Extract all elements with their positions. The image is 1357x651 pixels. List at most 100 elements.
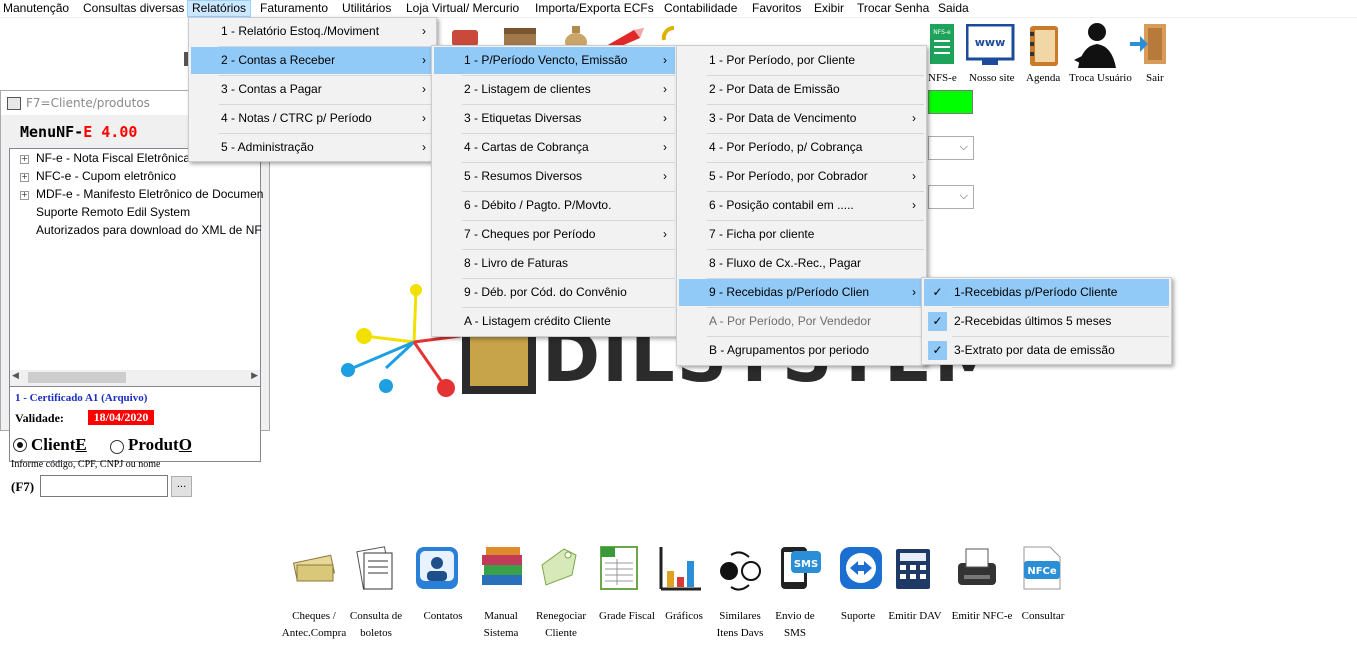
menu-trocar-senha[interactable]: Trocar Senha [857,0,929,17]
menu-item-data-emissao[interactable]: 2 - Por Data de Emissão [679,76,924,103]
menu-item-listagem-clientes[interactable]: 2 - Listagem de clientes › [434,76,675,103]
graficos-label: Gráficos [665,610,703,622]
consultar-nfce-icon[interactable]: NFCe [1018,545,1064,591]
scroll-left-icon[interactable]: ◀ [12,371,19,381]
checkmark-icon: ✓ [928,341,947,360]
tree-item-nfe[interactable]: NF-e - Nota Fiscal Eletrônica [36,151,190,165]
menu-item-livro-faturas[interactable]: 8 - Livro de Faturas [434,250,675,277]
menu-item-debito-pagto[interactable]: 6 - Débito / Pagto. P/Movto. [434,192,675,219]
menu-favoritos[interactable]: Favoritos [752,0,801,17]
contatos-icon[interactable] [414,545,460,591]
nfse-icon[interactable]: NFS-e [928,24,956,66]
renegociar-icon[interactable] [536,545,582,591]
menu-item-recebidas-5-meses[interactable]: ✓ 2-Recebidas últimos 5 meses [924,308,1169,335]
radio-product-text: Produt [128,435,179,454]
manual-icon[interactable] [478,545,524,591]
menu-item-ficha-cliente[interactable]: 7 - Ficha por cliente [679,221,924,248]
chevron-right-icon: › [663,111,667,125]
menu-item-por-cobranca[interactable]: 4 - Por Período, p/ Cobrança [679,134,924,161]
menu-item-cartas-cobranca[interactable]: 4 - Cartas de Cobrança › [434,134,675,161]
menu-utilitarios[interactable]: Utilitários [342,0,391,17]
menu-consultas-diversas[interactable]: Consultas diversas [83,0,184,17]
tree-item-suporte-remoto[interactable]: Suporte Remoto Edil System [36,205,190,219]
logo-block-e [462,328,536,394]
radio-client-label[interactable]: ClientE [31,435,87,455]
menu-importa-exporta[interactable]: Importa/Exporta ECFs [535,0,654,17]
tree-item-mdfe[interactable]: MDF-e - Manifesto Eletrônico de Documen [36,187,263,201]
suporte-icon[interactable] [838,545,884,591]
expand-icon[interactable]: + [20,191,29,200]
menu-item-recebidas-cliente[interactable]: ✓ 1-Recebidas p/Período Cliente [924,279,1169,306]
chevron-right-icon: › [912,111,916,125]
menu-item-resumos[interactable]: 5 - Resumos Diversos › [434,163,675,190]
menu-item-data-vencimento[interactable]: 3 - Por Data de Vencimento › [679,105,924,132]
radio-product[interactable] [110,440,124,454]
chevron-right-icon: › [422,53,426,67]
similares-label: Similares Itens Davs [716,610,764,639]
combo-2[interactable]: ⌵ [928,185,974,209]
expand-icon[interactable]: + [20,155,29,164]
menu-relatorios[interactable]: Relatórios [187,0,252,17]
boletos-icon[interactable] [352,545,398,591]
chevron-right-icon: › [663,227,667,241]
cheques-icon[interactable] [291,545,337,591]
certificate-label: 1 - Certificado A1 (Arquivo) [15,392,148,404]
combo-1[interactable]: ⌵ [928,136,974,160]
website-icon-text: www [975,36,1006,49]
f7-label: (F7) [11,479,35,494]
search-input[interactable] [40,475,168,497]
menu-contabilidade[interactable]: Contabilidade [664,0,737,17]
menu-exibir[interactable]: Exibir [814,0,844,17]
similares-icon[interactable] [717,545,763,591]
emitir-nfce-icon[interactable] [954,545,1000,591]
menu-item-extrato-emissao[interactable]: ✓ 3-Extrato por data de emissão [924,337,1169,364]
window-icon [7,97,21,110]
graficos-icon[interactable] [657,545,703,591]
menu-item-periodo-vencto[interactable]: 1 - P/Período Vencto, Emissão › [434,47,675,74]
menu-item-deb-convenio[interactable]: 9 - Déb. por Cód. do Convênio [434,279,675,306]
tree-item-autorizados[interactable]: Autorizados para download do XML de NF [36,223,262,237]
scroll-thumb[interactable] [28,372,126,383]
menu-item-relatorio-estoque[interactable]: 1 - Relatório Estoq./Moviment › [191,18,434,45]
menu-item-cheques-periodo[interactable]: 7 - Cheques por Período › [434,221,675,248]
sms-label: Envio de SMS [775,610,815,639]
radio-client-accel: E [75,435,87,454]
menu-item-etiquetas[interactable]: 3 - Etiquetas Diversas › [434,105,675,132]
menu-item-administracao[interactable]: 5 - Administração › [191,134,434,161]
menu-item-notas-ctrc[interactable]: 4 - Notas / CTRC p/ Período › [191,105,434,132]
chevron-down-icon: ⌵ [959,140,968,153]
boletos-label: Consulta de boletos [349,610,403,639]
svg-text:NFS-e: NFS-e [933,29,951,36]
search-hint: Informe código, CPF, CNPJ ou nome [11,459,161,470]
menu-item-por-cobrador[interactable]: 5 - Por Período, por Cobrador › [679,163,924,190]
scroll-right-icon[interactable]: ▶ [251,371,258,381]
menu-item-recebidas-periodo[interactable]: 9 - Recebidas p/Período Clien › [679,279,924,306]
radio-product-label[interactable]: ProdutO [128,435,192,455]
expand-icon[interactable]: + [20,173,29,182]
grade-fiscal-icon[interactable] [597,545,643,591]
browse-button[interactable]: ... [171,476,192,497]
tree-hscrollbar[interactable]: ◀ ▶ [9,370,261,387]
menu-saida[interactable]: Saida [938,0,969,17]
menu-item-contas-pagar[interactable]: 3 - Contas a Pagar › [191,76,434,103]
menu-item-listagem-credito[interactable]: A - Listagem crédito Cliente [434,308,675,335]
menu-item-fluxo-caixa[interactable]: 8 - Fluxo de Cx.-Rec., Pagar [679,250,924,277]
menu-loja-virtual[interactable]: Loja Virtual/ Mercurio [406,0,519,17]
agenda-icon[interactable] [1027,24,1061,68]
menu-item-por-cliente[interactable]: 1 - Por Período, por Cliente [679,47,924,74]
menu-item-agrupamentos[interactable]: B - Agrupamentos por periodo [679,337,924,364]
website-icon[interactable]: www [965,23,1016,66]
change-user-icon[interactable] [1072,20,1122,70]
menu-item-posicao-contabil[interactable]: 6 - Posição contabil em ..... › [679,192,924,219]
menu-manutencao[interactable]: Manutenção [3,0,69,17]
radio-client[interactable] [13,438,27,452]
emitir-dav-icon[interactable] [890,545,936,591]
grade-fiscal-label: Grade Fiscal [599,610,655,622]
cheques-label: Cheques / Antec.Compra [281,610,347,639]
exit-door-icon[interactable] [1128,22,1172,66]
tree-item-nfce[interactable]: NFC-e - Cupom eletrônico [36,169,176,183]
menu-item-contas-receber[interactable]: 2 - Contas a Receber › [191,47,434,74]
menu-faturamento[interactable]: Faturamento [260,0,328,17]
sms-icon[interactable]: SMS [777,545,823,591]
status-green-box [928,90,973,114]
